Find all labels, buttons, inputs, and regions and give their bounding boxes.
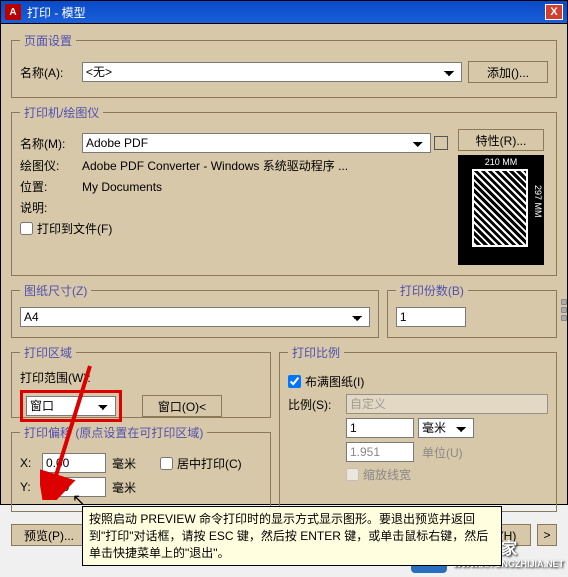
plotter-value: Adobe PDF Converter - Windows 系统驱动程序 ... bbox=[82, 157, 348, 174]
window-title: 打印 - 模型 bbox=[27, 4, 545, 21]
close-button[interactable]: X bbox=[545, 4, 563, 20]
offset-x-label: X: bbox=[20, 456, 36, 470]
paper-height-label: 297 MM bbox=[533, 185, 543, 218]
print-to-file-label: 打印到文件(F) bbox=[37, 220, 112, 237]
paper-sheet-icon bbox=[472, 169, 528, 247]
offset-y-unit: 毫米 bbox=[112, 479, 136, 496]
add-button[interactable]: 添加()... bbox=[468, 61, 548, 83]
printer-icon bbox=[434, 136, 448, 150]
print-area-legend: 打印区域 bbox=[20, 344, 76, 361]
printer-name-select[interactable]: Adobe PDF bbox=[82, 133, 431, 153]
paper-width-label: 210 MM bbox=[458, 157, 544, 167]
fit-to-paper-checkbox[interactable] bbox=[288, 375, 301, 388]
paper-size-select[interactable]: A4 bbox=[20, 307, 370, 327]
scale-ratio-label: 比例(S): bbox=[288, 396, 346, 413]
offset-x-unit: 毫米 bbox=[112, 455, 136, 472]
scale-lineweight-label: 缩放线宽 bbox=[363, 466, 411, 483]
print-range-select[interactable]: 窗口 bbox=[26, 396, 116, 416]
location-label: 位置: bbox=[20, 178, 82, 195]
print-range-label: 打印范围(W): bbox=[20, 369, 262, 386]
page-setup-group: 页面设置 名称(A): <无> 添加()... bbox=[11, 32, 557, 98]
tooltip: 按照启动 PREVIEW 命令打印时的显示方式显示图形。要退出预览并返回到"打印… bbox=[82, 506, 502, 566]
scale-mm-input[interactable] bbox=[346, 418, 414, 438]
paper-size-legend: 图纸尺寸(Z) bbox=[20, 282, 91, 299]
window-pick-button[interactable]: 窗口(O)< bbox=[142, 395, 222, 417]
dialog-body: 页面设置 名称(A): <无> 添加()... 打印机/绘图仪 名称(M): A… bbox=[0, 24, 568, 505]
print-to-file-checkbox[interactable] bbox=[20, 222, 33, 235]
page-setup-legend: 页面设置 bbox=[20, 32, 76, 49]
preview-button[interactable]: 预览(P)... bbox=[11, 524, 87, 546]
copies-group: 打印份数(B) bbox=[387, 282, 557, 338]
copies-legend: 打印份数(B) bbox=[396, 282, 468, 299]
scale-ratio-select: 自定义 bbox=[346, 394, 548, 414]
app-logo-icon: A bbox=[5, 4, 21, 20]
offset-y-label: Y: bbox=[20, 480, 36, 494]
printer-legend: 打印机/绘图仪 bbox=[20, 104, 103, 121]
page-name-select[interactable]: <无> bbox=[82, 62, 462, 82]
scale-legend: 打印比例 bbox=[288, 344, 344, 361]
plotter-label: 绘图仪: bbox=[20, 157, 82, 174]
paper-preview: 210 MM 297 MM bbox=[458, 155, 544, 265]
scale-mm-unit-select[interactable]: 毫米 bbox=[418, 418, 474, 438]
titlebar: A 打印 - 模型 X bbox=[0, 0, 568, 24]
copies-input[interactable] bbox=[396, 307, 466, 327]
print-area-group: 打印区域 打印范围(W): 窗口 窗口(O)< bbox=[11, 344, 271, 418]
scale-group: 打印比例 布满图纸(I) 比例(S): 自定义 毫米 bbox=[279, 344, 557, 512]
printer-name-label: 名称(M): bbox=[20, 135, 82, 152]
center-checkbox[interactable] bbox=[160, 457, 173, 470]
description-label: 说明: bbox=[20, 199, 82, 216]
scale-lineweight-checkbox bbox=[346, 468, 359, 481]
page-name-label: 名称(A): bbox=[20, 64, 82, 81]
offset-x-input[interactable] bbox=[42, 453, 106, 473]
scale-unit-label: 单位(U) bbox=[422, 444, 463, 461]
range-highlight: 窗口 bbox=[20, 390, 122, 422]
printer-group: 打印机/绘图仪 名称(M): Adobe PDF 绘图仪: Adobe PDF … bbox=[11, 104, 557, 276]
center-label: 居中打印(C) bbox=[177, 455, 242, 472]
properties-button[interactable]: 特性(R)... bbox=[458, 129, 544, 151]
offset-legend: 打印偏移 (原点设置在可打印区域) bbox=[20, 424, 207, 441]
fit-to-paper-label: 布满图纸(I) bbox=[305, 373, 364, 390]
paper-size-group: 图纸尺寸(Z) A4 bbox=[11, 282, 379, 338]
location-value: My Documents bbox=[82, 180, 162, 194]
scale-unit-input bbox=[346, 442, 414, 462]
offset-group: 打印偏移 (原点设置在可打印区域) X: 毫米 居中打印(C) Y: 毫米 bbox=[11, 424, 271, 512]
gripper-icon bbox=[561, 299, 567, 321]
